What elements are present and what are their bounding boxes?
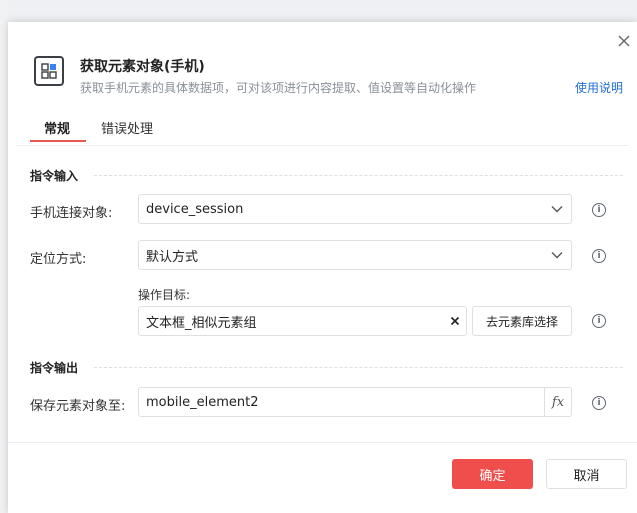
target-input-value: 文本框_相似元素组 xyxy=(146,315,257,331)
section-divider xyxy=(94,367,623,368)
info-icon[interactable]: i xyxy=(592,203,606,217)
close-icon[interactable] xyxy=(615,32,633,50)
mobile-element-icon xyxy=(34,56,64,86)
section-divider xyxy=(94,175,623,176)
device-select-value: device_session xyxy=(146,201,244,217)
clear-icon[interactable] xyxy=(444,307,466,335)
save-variable-value: mobile_element2 xyxy=(146,394,259,410)
save-label: 保存元素对象至: xyxy=(30,399,126,414)
tabs-divider xyxy=(16,145,629,146)
section-title-output: 指令输出 xyxy=(30,361,79,375)
target-input[interactable]: 文本框_相似元素组 xyxy=(138,306,467,336)
target-label: 操作目标: xyxy=(138,288,191,302)
device-select[interactable]: device_session xyxy=(138,194,572,224)
save-variable-input[interactable]: mobile_element2 fx xyxy=(138,387,572,417)
footer-divider xyxy=(8,442,637,443)
fx-icon[interactable]: fx xyxy=(544,388,571,416)
locate-select-value: 默认方式 xyxy=(146,249,199,265)
locate-label: 定位方式: xyxy=(30,252,87,267)
ok-button[interactable]: 确定 xyxy=(452,459,533,489)
info-icon[interactable]: i xyxy=(592,249,606,263)
chevron-down-icon xyxy=(543,241,571,269)
background-panel xyxy=(0,0,8,513)
chevron-down-icon xyxy=(543,195,571,223)
tab-general[interactable]: 常规 xyxy=(44,118,70,137)
get-element-dialog: 获取元素对象(手机) 获取手机元素的具体数据项，可对该项进行内容提取、值设置等自… xyxy=(8,22,637,513)
info-icon[interactable]: i xyxy=(592,314,606,328)
tab-error-handling[interactable]: 错误处理 xyxy=(101,118,153,137)
help-link[interactable]: 使用说明 xyxy=(575,79,623,96)
device-label: 手机连接对象: xyxy=(30,206,113,221)
info-icon[interactable]: i xyxy=(592,396,606,410)
locate-select[interactable]: 默认方式 xyxy=(138,240,572,270)
pick-from-library-button[interactable]: 去元素库选择 xyxy=(472,306,572,336)
dialog-subtitle: 获取手机元素的具体数据项，可对该项进行内容提取、值设置等自动化操作 xyxy=(80,81,477,95)
section-title-input: 指令输入 xyxy=(30,169,79,183)
active-tab-indicator xyxy=(30,140,86,142)
dialog-title: 获取元素对象(手机) xyxy=(80,59,205,75)
cancel-button[interactable]: 取消 xyxy=(546,459,627,489)
